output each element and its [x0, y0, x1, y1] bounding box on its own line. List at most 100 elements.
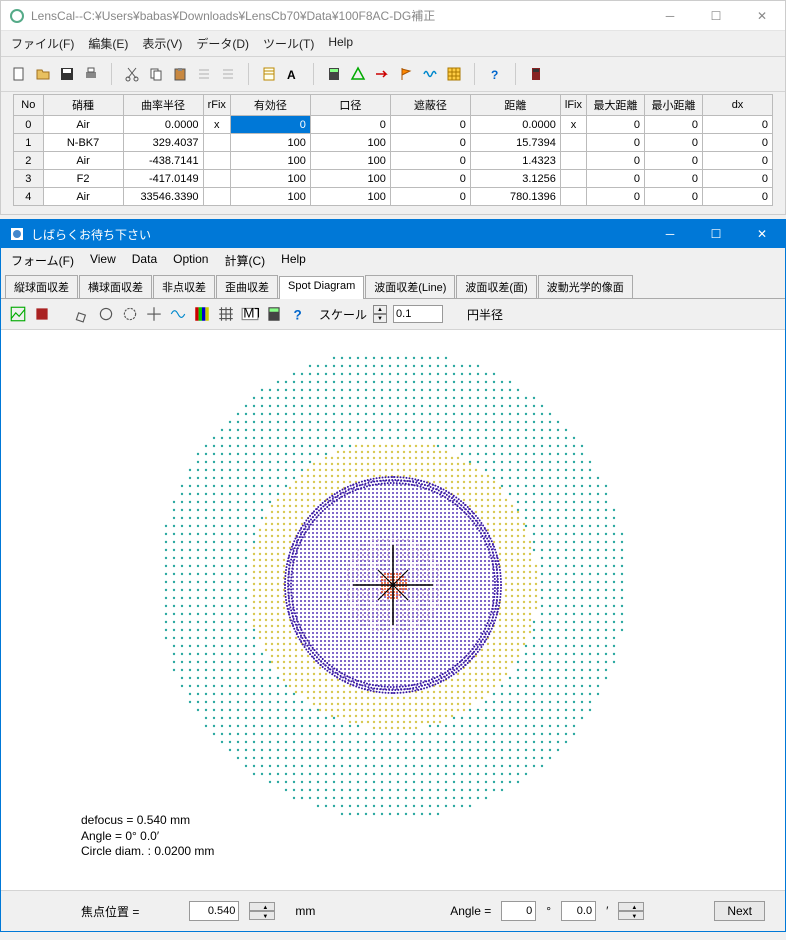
circle-icon[interactable]	[97, 305, 115, 323]
grid2-icon[interactable]	[217, 305, 235, 323]
sub-menu-data[interactable]: Data	[132, 252, 157, 269]
col-ap[interactable]: 口径	[310, 95, 390, 116]
list-icon[interactable]	[194, 64, 214, 84]
angle-spinner[interactable]: ▲▼	[618, 902, 644, 920]
table-row[interactable]: 4Air33546.33901001000780.1396000	[14, 188, 773, 206]
menu-tool[interactable]: ツール(T)	[263, 35, 314, 52]
sub-menu-view[interactable]: View	[90, 252, 116, 269]
table-row[interactable]: 1N-BK7329.4037100100015.7394000	[14, 134, 773, 152]
open-icon[interactable]	[33, 64, 53, 84]
cut-icon[interactable]	[122, 64, 142, 84]
menu-help[interactable]: Help	[328, 35, 353, 52]
focus-label: 焦点位置 =	[81, 903, 139, 920]
sub-title: しばらくお待ち下さい	[31, 226, 151, 243]
scale-spinner[interactable]: ▲▼	[373, 305, 387, 323]
table-row[interactable]: 2Air-438.714110010001.4323000	[14, 152, 773, 170]
tab-3[interactable]: 歪曲収差	[216, 275, 278, 298]
deg-symbol: °	[546, 904, 551, 918]
focus-input[interactable]	[189, 901, 239, 921]
pencil-icon[interactable]	[73, 305, 91, 323]
menu-file[interactable]: ファイル(F)	[11, 35, 74, 52]
focus-spinner[interactable]: ▲▼	[249, 902, 275, 920]
circle-dot-icon[interactable]	[121, 305, 139, 323]
wave2-icon[interactable]	[169, 305, 187, 323]
list2-icon[interactable]	[218, 64, 238, 84]
help2-icon[interactable]: ?	[289, 305, 307, 323]
cross-icon[interactable]	[145, 305, 163, 323]
angle-min-input[interactable]	[561, 901, 596, 921]
col-radius[interactable]: 曲率半径	[123, 95, 203, 116]
flag-icon[interactable]	[396, 64, 416, 84]
device-icon[interactable]	[526, 64, 546, 84]
help-icon[interactable]: ?	[485, 64, 505, 84]
maximize-button[interactable]: ☐	[693, 1, 739, 31]
main-menubar: ファイル(F) 編集(E) 表示(V) データ(D) ツール(T) Help	[1, 31, 785, 57]
menu-view[interactable]: 表示(V)	[142, 35, 182, 52]
col-min[interactable]: 最小距離	[645, 95, 703, 116]
tab-5[interactable]: 波面収差(Line)	[365, 275, 455, 298]
next-button[interactable]: Next	[714, 901, 765, 921]
minimize-button[interactable]: ─	[647, 1, 693, 31]
col-lfix[interactable]: lFix	[560, 95, 586, 116]
sub-app-icon	[9, 226, 25, 242]
close-button[interactable]: ✕	[739, 1, 785, 31]
arrow-icon[interactable]	[372, 64, 392, 84]
svg-text:?: ?	[491, 68, 498, 82]
prism-icon[interactable]	[348, 64, 368, 84]
stop-icon[interactable]	[33, 305, 51, 323]
tab-7[interactable]: 波動光学的像面	[538, 275, 633, 298]
tab-6[interactable]: 波面収差(面)	[456, 275, 536, 298]
col-eff[interactable]: 有効径	[230, 95, 310, 116]
sub-bottom-bar: 焦点位置 = ▲▼ mm Angle = ° ′ ▲▼ Next	[1, 890, 785, 931]
col-rfix[interactable]: rFix	[203, 95, 230, 116]
chart-icon[interactable]	[9, 305, 27, 323]
wave-icon[interactable]	[420, 64, 440, 84]
lens-table[interactable]: No 硝種 曲率半径 rFix 有効径 口径 遮蔽径 距離 lFix 最大距離 …	[13, 94, 773, 206]
focus-unit: mm	[295, 904, 315, 918]
main-title: LensCal--C:¥Users¥babas¥Downloads¥LensCb…	[31, 7, 435, 24]
tab-1[interactable]: 横球面収差	[79, 275, 152, 298]
sub-menu-option[interactable]: Option	[173, 252, 208, 269]
paste-icon[interactable]	[170, 64, 190, 84]
menu-edit[interactable]: 編集(E)	[88, 35, 128, 52]
rainbow-icon[interactable]	[193, 305, 211, 323]
sub-minimize-button[interactable]: ─	[647, 220, 693, 248]
tab-2[interactable]: 非点収差	[153, 275, 215, 298]
spot-diagram-canvas: defocus = 0.540 mm Angle = 0° 0.0′ Circl…	[1, 330, 785, 890]
mtf-icon[interactable]: MTF	[241, 305, 259, 323]
col-max[interactable]: 最大距離	[587, 95, 645, 116]
sub-menu-calc[interactable]: 計算(C)	[224, 252, 265, 269]
svg-text:MTF: MTF	[243, 305, 259, 320]
col-dist[interactable]: 距離	[470, 95, 560, 116]
tab-0[interactable]: 縦球面収差	[5, 275, 78, 298]
scale-input[interactable]	[393, 305, 443, 323]
sub-menu-help[interactable]: Help	[281, 252, 306, 269]
print-icon[interactable]	[81, 64, 101, 84]
sub-close-button[interactable]: ✕	[739, 220, 785, 248]
col-dx[interactable]: dx	[703, 95, 773, 116]
grid-icon[interactable]	[444, 64, 464, 84]
table-row[interactable]: 3F2-417.014910010003.1256000	[14, 170, 773, 188]
main-titlebar: LensCal--C:¥Users¥babas¥Downloads¥LensCb…	[1, 1, 785, 31]
svg-text:?: ?	[294, 308, 302, 323]
min-symbol: ′	[606, 904, 608, 918]
sub-menu-form[interactable]: フォーム(F)	[11, 252, 74, 269]
font-icon[interactable]: A	[283, 64, 303, 84]
calc-icon[interactable]	[324, 64, 344, 84]
new-icon[interactable]	[9, 64, 29, 84]
tab-4[interactable]: Spot Diagram	[279, 276, 364, 299]
sub-titlebar: しばらくお待ち下さい ─ ☐ ✕	[1, 220, 785, 248]
table-row[interactable]: 0Air0.0000x0000.0000x000	[14, 116, 773, 134]
save-icon[interactable]	[57, 64, 77, 84]
sub-maximize-button[interactable]: ☐	[693, 220, 739, 248]
col-no[interactable]: No	[14, 95, 44, 116]
calc2-icon[interactable]	[265, 305, 283, 323]
copy-icon[interactable]	[146, 64, 166, 84]
menu-data[interactable]: データ(D)	[196, 35, 249, 52]
angle-deg-input[interactable]	[501, 901, 536, 921]
note-icon[interactable]	[259, 64, 279, 84]
svg-text:A: A	[287, 68, 296, 82]
circle-text: Circle diam. : 0.0200 mm	[81, 844, 214, 860]
col-glass[interactable]: 硝種	[43, 95, 123, 116]
col-blk[interactable]: 遮蔽径	[390, 95, 470, 116]
